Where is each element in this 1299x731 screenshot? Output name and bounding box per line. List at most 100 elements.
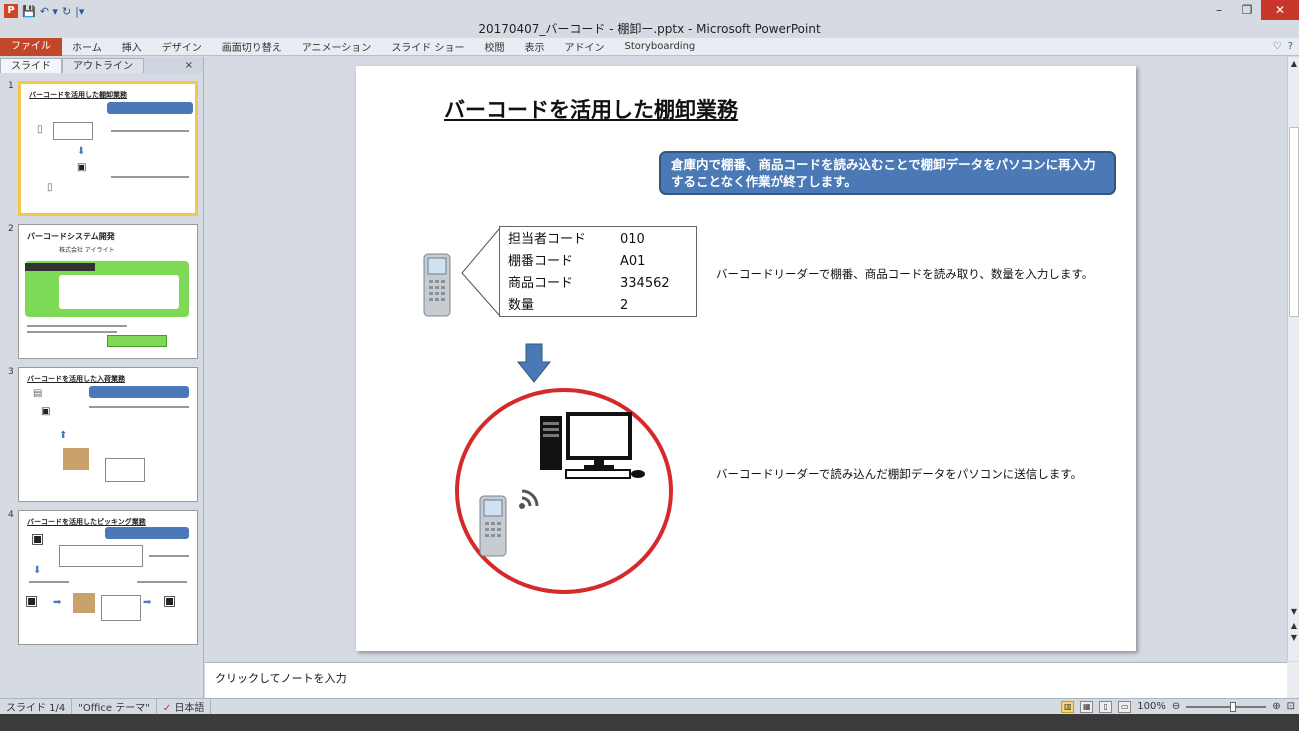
tab-slides[interactable]: スライド [0,58,62,73]
slide-number: 2 [8,224,14,234]
tab-design[interactable]: デザイン [152,39,212,54]
thumbnail-subtitle: 株式会社 アイライト [59,247,115,254]
slide-number: 3 [8,367,14,377]
thumbnail-label-bar [25,263,95,271]
zoom-in-icon[interactable]: ⊕ [1272,701,1280,712]
thumbnail-text-line [111,130,189,132]
notes-pane[interactable]: クリックしてノートを入力 [205,662,1287,698]
box-icon [63,448,89,470]
zoom-out-icon[interactable]: ⊖ [1172,701,1180,712]
language-label: 日本語 [174,703,205,714]
bottom-bar [0,714,1299,731]
tab-addins[interactable]: アドイン [555,39,615,54]
table-key: 数量 [508,298,535,313]
table-value: 010 [620,232,645,247]
save-icon[interactable]: 💾 [22,5,36,18]
notes-scrollbar[interactable] [1287,662,1299,698]
proofing-icon: ✓ [162,703,172,714]
thumbnail-title: バーコードを活用したピッキング業務 [27,518,146,526]
step2-description[interactable]: バーコードリーダーで読み込んだ棚卸データをパソコンに送信します。 [716,466,1082,482]
customize-qat-icon[interactable]: |▾ [75,5,84,18]
computer-icon: ▣ [31,531,45,547]
tab-home[interactable]: ホーム [62,39,112,54]
computer-icon: ▣ [77,162,87,173]
tab-insert[interactable]: 挿入 [112,39,152,54]
minimize-button[interactable]: – [1205,0,1233,20]
vertical-scrollbar[interactable]: ▲ ▼ ▲ ▼ [1287,57,1299,661]
slide-thumbnail[interactable]: バーコードを活用した入荷業務 ▤ ▣ ⬆ [18,367,198,502]
thumbnail-title: バーコードを活用した入荷業務 [27,375,125,383]
view-controls: ▥ ▦ ▯ ▭ 100% ⊖ ⊕ ⊡ [1061,700,1299,713]
ribbon-tabs: ファイル ホーム 挿入 デザイン 画面切り替え アニメーション スライド ショー… [0,37,1299,56]
slide-editing-area: バーコードを活用した棚卸業務 倉庫内で棚番、商品コードを読み込むことで棚卸データ… [205,57,1287,661]
window-title: 20170407_バーコード - 棚卸ー.pptx - Microsoft Po… [478,22,821,36]
slideshow-view-icon[interactable]: ▭ [1118,700,1132,713]
notes-placeholder[interactable]: クリックしてノートを入力 [215,670,347,686]
redo-icon[interactable]: ↻ [62,5,71,18]
panel-tabs: スライド アウトライン × [0,57,203,73]
thumbnail-callout [107,102,193,114]
step1-description[interactable]: バーコードリーダーで棚番、商品コードを読み取り、数量を入力します。 [716,266,1093,282]
zoom-level[interactable]: 100% [1137,701,1166,712]
table-row: 商品コード 334562 [508,273,688,295]
tab-view[interactable]: 表示 [515,39,555,54]
slide-sorter-view-icon[interactable]: ▦ [1080,700,1094,713]
thumbnail-table [59,545,143,567]
scroll-thumb[interactable] [1289,127,1299,317]
arrow-right-icon: ➡ [143,597,152,608]
tab-storyboarding[interactable]: Storyboarding [615,41,706,52]
panel-close-icon[interactable]: × [175,58,203,73]
tab-slideshow[interactable]: スライド ショー [381,39,474,54]
thumbnail-text-line [89,406,189,408]
table-key: 担当者コード [508,232,587,247]
table-row: 棚番コード A01 [508,251,688,273]
next-slide-icon[interactable]: ▼ [1288,633,1299,642]
thumbnail-table [53,122,93,140]
tab-transitions[interactable]: 画面切り替え [212,39,292,54]
computer-icon: ▣ [163,593,177,609]
table-key: 棚番コード [508,254,574,269]
slide-thumbnail[interactable]: バーコードを活用したピッキング業務 ▣ ⬇ ▣ ➡ ➡ ▣ [18,510,198,645]
tab-file[interactable]: ファイル [0,37,62,56]
slide-thumbnail[interactable]: バーコードを活用した棚卸業務 ▯ ⬇ ▣ ▯ [18,81,198,216]
minimize-ribbon-icon[interactable]: ♡ [1273,41,1282,52]
thumbnail-list-box [59,275,179,309]
table-value: A01 [620,254,646,269]
thumbnail-table [105,458,145,482]
undo-icon[interactable]: ↶ ▾ [40,5,58,18]
help-icon[interactable]: ? [1288,41,1293,52]
slide-canvas[interactable]: バーコードを活用した棚卸業務 倉庫内で棚番、商品コードを読み込むことで棚卸データ… [356,66,1136,651]
tab-animations[interactable]: アニメーション [292,39,382,54]
slide-thumbnail[interactable]: バーコードシステム開発 株式会社 アイライト [18,224,198,359]
barcode-scanner-icon [423,253,451,317]
table-row: 数量 2 [508,295,688,317]
wireless-signal-icon [519,489,539,509]
normal-view-icon[interactable]: ▥ [1061,700,1075,713]
callout-box[interactable]: 倉庫内で棚番、商品コードを読み込むことで棚卸データをパソコンに再入力することなく… [659,151,1116,195]
arrow-down-icon: ⬇ [33,565,42,576]
computer-icon: ▣ [41,406,51,417]
table-key: 商品コード [508,276,574,291]
thumbnail-callout [105,527,189,539]
tab-review[interactable]: 校閲 [475,39,515,54]
language-indicator[interactable]: ✓ 日本語 [157,699,212,714]
powerpoint-logo-icon: P [4,4,18,18]
inventory-data-table[interactable]: 担当者コード 010 棚番コード A01 商品コード 334562 数量 2 [499,226,697,317]
reading-view-icon[interactable]: ▯ [1099,700,1113,713]
thumbnail-text-line [27,331,117,333]
fit-to-window-icon[interactable]: ⊡ [1287,701,1295,712]
scroll-up-icon[interactable]: ▲ [1288,59,1299,68]
barcode-scanner-icon [479,495,507,557]
tab-outline[interactable]: アウトライン [62,58,144,73]
close-button[interactable]: ✕ [1261,0,1299,20]
thumbnail-contact-box [107,335,167,347]
thumbnail-table [101,595,141,621]
scroll-down-icon[interactable]: ▼ [1288,607,1299,616]
scanner-icon: ▯ [47,182,53,193]
zoom-slider-knob[interactable] [1230,701,1237,712]
restore-button[interactable]: ❐ [1233,0,1261,20]
slide-title[interactable]: バーコードを活用した棚卸業務 [444,94,738,124]
zoom-slider[interactable] [1186,701,1267,712]
theme-name[interactable]: "Office テーマ" [72,699,157,714]
previous-slide-icon[interactable]: ▲ [1288,621,1299,630]
